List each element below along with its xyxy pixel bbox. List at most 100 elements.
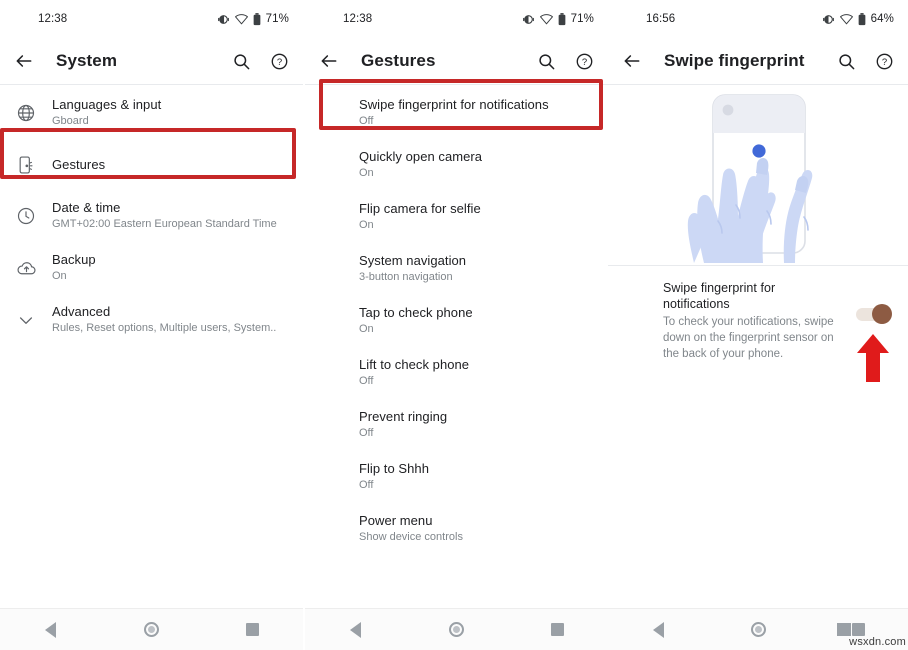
nav-home-circle-icon[interactable] (132, 609, 172, 650)
list-item-title: Backup (52, 252, 289, 268)
list-item[interactable]: Prevent ringing Off (305, 399, 608, 451)
detail-text: Swipe fingerprint for notifications To c… (663, 280, 841, 362)
list-item-title: Power menu (359, 513, 594, 529)
nav-back-triangle-icon[interactable] (638, 609, 678, 650)
detail-body: To check your notifications, swipe down … (663, 314, 841, 362)
list-item-title: Gestures (52, 157, 289, 173)
list-item[interactable]: Flip to Shhh Off (305, 451, 608, 503)
back-arrow-icon[interactable] (317, 49, 341, 73)
list-item-title: Date & time (52, 200, 289, 216)
page-title: Gestures (361, 51, 436, 71)
list-item-text: Backup On (52, 252, 289, 284)
search-icon[interactable] (534, 49, 558, 73)
battery-percent: 71% (266, 13, 289, 25)
clock-icon (0, 206, 52, 226)
nav-back-triangle-icon[interactable] (31, 609, 71, 650)
search-icon[interactable] (229, 49, 253, 73)
help-icon[interactable]: ? (267, 49, 291, 73)
list-item-title: Flip to Shhh (359, 461, 594, 477)
list-item[interactable]: Tap to check phone On (305, 295, 608, 347)
list-item[interactable]: Power menu Show device controls (305, 503, 608, 555)
settings-list: Languages & input Gboard Gestures Date &… (0, 85, 303, 608)
list-item-text: Tap to check phone On (359, 305, 594, 337)
list-item-subtitle: On (359, 218, 594, 233)
vibrate-icon (822, 13, 835, 26)
list-item-text: Swipe fingerprint for notifications Off (359, 97, 594, 129)
screen-system: 12:38 71% System (0, 0, 303, 650)
nav-recents-square-icon[interactable] (538, 609, 578, 650)
help-icon[interactable]: ? (572, 49, 596, 73)
swipe-fingerprint-toggle[interactable] (856, 304, 892, 324)
nav-recents-square-icon[interactable] (233, 609, 273, 650)
list-item-title: Advanced (52, 304, 289, 320)
list-item-title: Tap to check phone (359, 305, 594, 321)
list-item-text: Prevent ringing Off (359, 409, 594, 441)
list-item-subtitle: GMT+02:00 Eastern European Standard Time (52, 217, 289, 232)
list-item-subtitle: Gboard (52, 114, 289, 129)
battery-icon (558, 13, 566, 26)
list-item-advanced[interactable]: Advanced Rules, Reset options, Multiple … (0, 294, 303, 346)
battery-icon (253, 13, 261, 26)
status-time: 16:56 (646, 13, 675, 25)
red-up-arrow (856, 334, 890, 382)
list-item-text: Lift to check phone Off (359, 357, 594, 389)
svg-text:?: ? (581, 56, 586, 67)
wifi-icon (235, 14, 248, 25)
list-item-subtitle: On (359, 166, 594, 181)
status-time: 12:38 (343, 13, 372, 25)
svg-text:?: ? (276, 56, 281, 67)
list-item-text: Gestures (52, 157, 289, 173)
list-item-text: Flip to Shhh Off (359, 461, 594, 493)
list-item-subtitle: 3-button navigation (359, 270, 594, 285)
nav-back-triangle-icon[interactable] (336, 609, 376, 650)
wifi-icon (840, 14, 853, 25)
detail-section: Swipe fingerprint for notifications To c… (608, 266, 908, 362)
list-item-subtitle: Rules, Reset options, Multiple users, Sy… (52, 321, 289, 336)
help-icon[interactable]: ? (872, 49, 896, 73)
list-item-text: Advanced Rules, Reset options, Multiple … (52, 304, 289, 336)
hand-swiping-fingerprint-sensor-illustration (608, 85, 908, 265)
nav-home-circle-icon[interactable] (738, 609, 778, 650)
gestures-phone-icon (0, 155, 52, 175)
status-icons: 71% (217, 13, 289, 26)
list-item-title: Languages & input (52, 97, 289, 113)
list-item-gestures[interactable]: Gestures (0, 139, 303, 190)
list-item[interactable]: Date & time GMT+02:00 Eastern European S… (0, 190, 303, 242)
list-item[interactable]: Backup On (0, 242, 303, 294)
navigation-bar (0, 608, 303, 650)
list-item-subtitle: Off (359, 426, 594, 441)
list-item[interactable]: Languages & input Gboard (0, 87, 303, 139)
watermark-text: wsxdn.com (849, 636, 906, 648)
list-item-subtitle: Off (359, 478, 594, 493)
app-bar: System ? (0, 38, 303, 84)
toggle-knob (872, 304, 892, 324)
status-icons: 71% (522, 13, 594, 26)
page-title: Swipe fingerprint (664, 51, 805, 71)
navigation-bar (305, 608, 608, 650)
gestures-list: Swipe fingerprint for notifications Off … (305, 85, 608, 608)
status-icons: 64% (822, 13, 894, 26)
list-item-subtitle: Off (359, 374, 594, 389)
wifi-icon (540, 14, 553, 25)
list-item-text: Power menu Show device controls (359, 513, 594, 545)
list-item-title: Quickly open camera (359, 149, 594, 165)
list-item-text: Languages & input Gboard (52, 97, 289, 129)
nav-home-circle-icon[interactable] (437, 609, 477, 650)
list-item-swipe-fingerprint[interactable]: Swipe fingerprint for notifications Off (305, 87, 608, 139)
detail-title: Swipe fingerprint for notifications (663, 280, 841, 312)
back-arrow-icon[interactable] (620, 49, 644, 73)
list-item[interactable]: Lift to check phone Off (305, 347, 608, 399)
chevron-down-icon (0, 310, 52, 330)
list-item-text: System navigation 3-button navigation (359, 253, 594, 285)
list-item[interactable]: Flip camera for selfie On (305, 191, 608, 243)
battery-percent: 71% (571, 13, 594, 25)
list-item[interactable]: System navigation 3-button navigation (305, 243, 608, 295)
list-item[interactable]: Quickly open camera On (305, 139, 608, 191)
back-arrow-icon[interactable] (12, 49, 36, 73)
app-bar: Gestures ? (305, 38, 608, 84)
list-item-title: Flip camera for selfie (359, 201, 594, 217)
app-bar: Swipe fingerprint ? (608, 38, 908, 84)
globe-icon (0, 103, 52, 123)
screen-gestures: 12:38 71% Gestures (305, 0, 608, 650)
search-icon[interactable] (834, 49, 858, 73)
